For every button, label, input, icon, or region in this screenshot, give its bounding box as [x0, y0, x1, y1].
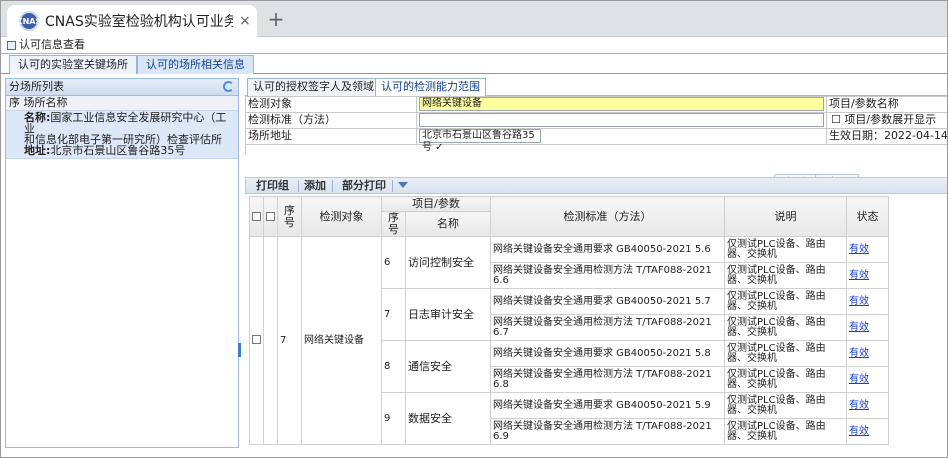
standard-cell: 网络关键设备安全通用检测方法 T/TAF088-2021 6.7 [490, 314, 725, 341]
panel-splitter[interactable] [238, 343, 241, 357]
standard-label: 检测标准（方法） [248, 113, 336, 126]
header-checkbox-2[interactable] [263, 196, 278, 237]
grid-toolbar: 打印组 添加 部分打印 [245, 177, 947, 194]
row-object: 网络关键设备 [301, 236, 382, 445]
status-link[interactable]: 有效 [849, 322, 869, 333]
add-button[interactable]: 添加 [304, 179, 326, 193]
note-cell: 仅测试PLC设备、路由器、交换机 [724, 262, 847, 289]
note-cell: 仅测试PLC设备、路由器、交换机 [724, 418, 847, 445]
row-seq: 7 [277, 236, 302, 445]
browser-tab-bar: CNAS CNAS实验室检验机构认可业务管 × + [1, 1, 947, 37]
tab-site-info[interactable]: 认可的场所相关信息 [137, 55, 254, 74]
col-param-group: 项目/参数 [381, 196, 491, 212]
col-param-name: 名称 [405, 211, 491, 237]
note-cell: 仅测试PLC设备、路由器、交换机 [724, 236, 847, 263]
note-cell: 仅测试PLC设备、路由器、交换机 [724, 340, 847, 367]
note-cell: 仅测试PLC设备、路由器、交换机 [724, 288, 847, 315]
param-seq: 6 [381, 236, 406, 289]
site-select[interactable]: 北京市石景山区鲁谷路35号 ✓ [419, 129, 541, 153]
detail-panel: 认可的授权签字人及领域 认可的检测能力范围 检测对象 网络关键设备 项目/参数名… [245, 78, 948, 448]
standard-input[interactable] [419, 113, 824, 127]
name-value: 国家工业信息安全发展研究中心（工业 [24, 111, 227, 135]
status-cell[interactable]: 有效 [846, 392, 889, 419]
partial-print-button[interactable]: 部分打印 [342, 179, 386, 193]
status-link[interactable]: 有效 [849, 296, 869, 307]
col-seq: 序号 [277, 196, 302, 237]
standard-cell: 网络关键设备安全通用检测方法 T/TAF088-2021 6.8 [490, 366, 725, 393]
section-header: 认可信息查看 [1, 37, 947, 54]
param-name: 日志审计安全 [405, 288, 491, 341]
param-name: 通信安全 [405, 340, 491, 393]
col-object: 检测对象 [301, 196, 382, 237]
tab-lab-sites[interactable]: 认可的实验室关键场所 [9, 55, 137, 74]
note-cell: 仅测试PLC设备、路由器、交换机 [724, 366, 847, 393]
param-name: 访问控制安全 [405, 236, 491, 289]
status-cell[interactable]: 有效 [846, 418, 889, 445]
standard-cell: 网络关键设备安全通用要求 GB40050-2021 5.6 [490, 236, 725, 263]
col-status: 状态 [846, 196, 889, 237]
status-cell[interactable]: 有效 [846, 236, 889, 263]
browser-tab-title: CNAS实验室检验机构认可业务管 [45, 14, 233, 30]
status-link[interactable]: 有效 [849, 426, 869, 437]
param-name-label: 项目/参数名称 [829, 97, 899, 110]
expand-checkbox[interactable]: ☐ 项目/参数展开显示 [831, 113, 936, 127]
detail-tabs: 认可的授权签字人及领域 认可的检测能力范围 [245, 78, 947, 97]
status-link[interactable]: 有效 [849, 374, 869, 385]
col-note: 说明 [724, 196, 847, 237]
panel-icon [7, 40, 16, 50]
browser-tab[interactable]: CNAS CNAS实验室检验机构认可业务管 × [7, 5, 257, 37]
address-value: 北京市石景山区鲁谷路35号 [50, 144, 186, 157]
site-list-item[interactable]: 名称:国家工业信息安全发展研究中心（工业 和信息化部电子第一研究所）检查评估所 … [6, 111, 238, 159]
standard-cell: 网络关键设备安全通用要求 GB40050-2021 5.8 [490, 340, 725, 367]
row-checkbox[interactable] [249, 236, 264, 445]
status-cell[interactable]: 有效 [846, 262, 889, 289]
param-seq: 8 [381, 340, 406, 393]
col-standard: 检测标准（方法） [490, 196, 725, 237]
standard-cell: 网络关键设备安全通用检测方法 T/TAF088-2021 6.9 [490, 418, 725, 445]
col-param-seq: 序号 [381, 211, 406, 237]
tab-signatories[interactable]: 认可的授权签字人及领域 [247, 78, 380, 96]
status-link[interactable]: 有效 [849, 270, 869, 281]
standard-cell: 网络关键设备安全通用要求 GB40050-2021 5.7 [490, 288, 725, 315]
status-link[interactable]: 有效 [849, 244, 869, 255]
param-seq: 7 [381, 288, 406, 341]
table-row[interactable]: 7 网络关键设备 6 访问控制安全 网络关键设备安全通用要求 GB40050-2021 … [249, 236, 889, 445]
status-cell[interactable]: 有效 [846, 314, 889, 341]
header-checkbox[interactable] [249, 196, 264, 237]
standard-cell: 网络关键设备安全通用检测方法 T/TAF088-2021 6.6 [490, 262, 725, 289]
object-input[interactable]: 网络关键设备 [419, 97, 824, 111]
status-link[interactable]: 有效 [849, 348, 869, 359]
print-group-button[interactable]: 打印组 [256, 179, 289, 193]
param-seq: 9 [381, 392, 406, 445]
tab-test-scope[interactable]: 认可的检测能力范围 [375, 78, 486, 97]
close-tab-icon[interactable]: × [239, 13, 251, 29]
note-cell: 仅测试PLC设备、路由器、交换机 [724, 314, 847, 341]
status-cell[interactable]: 有效 [846, 288, 889, 315]
param-name: 数据安全 [405, 392, 491, 445]
site-list-columns: 序 场所名称 [6, 96, 238, 111]
chevron-down-icon[interactable] [398, 182, 408, 188]
address-label: 地址: [24, 144, 51, 157]
top-tabs: 认可的实验室关键场所 认可的场所相关信息 [1, 55, 947, 74]
site-label: 场所地址 [248, 129, 292, 142]
object-label: 检测对象 [248, 97, 292, 110]
site-list-title: 分场所列表 [9, 80, 64, 93]
scope-table: 序号 检测对象 项目/参数 检测标准（方法） 说明 状态 序号 名称 7 网络关键… [249, 196, 889, 445]
status-cell[interactable]: 有效 [846, 366, 889, 393]
query-form: 检测对象 网络关键设备 项目/参数名称 检测标准（方法） ☐ 项目/参数展开显示… [245, 96, 948, 191]
note-cell: 仅测试PLC设备、路由器、交换机 [724, 392, 847, 419]
new-tab-icon[interactable]: + [263, 7, 289, 31]
standard-cell: 网络关键设备安全通用要求 GB40050-2021 5.9 [490, 392, 725, 419]
status-cell[interactable]: 有效 [846, 340, 889, 367]
site-list-panel: 分场所列表 序 场所名称 名称:国家工业信息安全发展研究中心（工业 和信息化部电… [5, 78, 239, 448]
section-title: 认可信息查看 [19, 38, 85, 51]
refresh-icon[interactable] [223, 81, 234, 92]
status-link[interactable]: 有效 [849, 400, 869, 411]
cnas-logo-icon: CNAS [17, 11, 41, 31]
row-blank [263, 236, 278, 445]
app-window: CNAS CNAS实验室检验机构认可业务管 × + 认可信息查看 认可的实验室关… [0, 0, 948, 458]
site-list-header: 分场所列表 [6, 79, 238, 96]
effective-date: 生效日期：2022-04-14 [829, 129, 948, 142]
